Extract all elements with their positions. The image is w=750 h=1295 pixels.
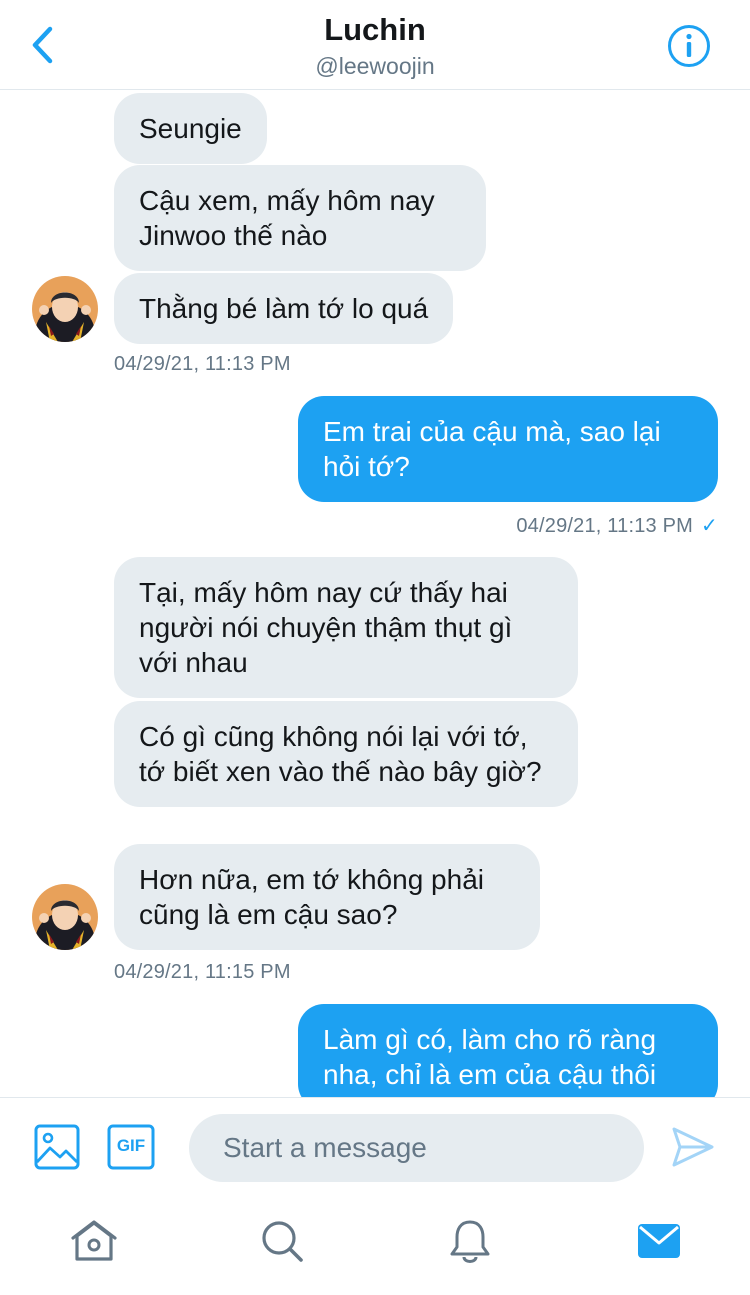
- message-bubble-outgoing[interactable]: Làm gì có, làm cho rõ ràng nha, chỉ là e…: [298, 1004, 718, 1097]
- home-icon: [71, 1220, 117, 1261]
- send-button[interactable]: [670, 1125, 716, 1174]
- image-icon: [34, 1124, 80, 1170]
- bottom-tab-bar: [0, 1197, 750, 1295]
- message-input[interactable]: [189, 1114, 644, 1182]
- search-icon: [262, 1221, 303, 1262]
- message-bubble-incoming[interactable]: Có gì cũng không nói lại với tớ, tớ biết…: [114, 701, 578, 807]
- conversation-header: Luchin @leewoojin: [0, 0, 750, 90]
- message-thread[interactable]: Seungie Cậu xem, mấy hôm nay Jinwoo thế …: [0, 91, 750, 1097]
- avatar[interactable]: [32, 276, 98, 342]
- conversation-title: Luchin: [324, 12, 426, 47]
- message-bubble-incoming[interactable]: Thằng bé làm tớ lo quá: [114, 273, 454, 344]
- message-bubble-incoming[interactable]: Hơn nữa, em tớ không phải cũng là em cậu…: [114, 844, 540, 950]
- message-timestamp: 04/29/21, 11:13 PM ✓: [516, 513, 718, 538]
- info-button[interactable]: [667, 24, 711, 68]
- tab-search[interactable]: [258, 1217, 306, 1265]
- message-bubble-incoming[interactable]: Seungie: [114, 93, 267, 164]
- gif-button[interactable]: GIF: [107, 1124, 155, 1175]
- avatar[interactable]: [32, 884, 98, 950]
- mail-icon: [638, 1224, 680, 1258]
- timestamp-text: 04/29/21, 11:13 PM: [516, 515, 694, 537]
- message-bubble-incoming[interactable]: Tại, mấy hôm nay cứ thấy hai người nói c…: [114, 557, 578, 698]
- message-bubble-outgoing[interactable]: Em trai của cậu mà, sao lại hỏi tớ?: [298, 396, 718, 502]
- bell-icon: [450, 1220, 490, 1263]
- send-icon: [672, 1127, 714, 1167]
- tab-notifications[interactable]: [446, 1217, 494, 1265]
- tab-home[interactable]: [70, 1217, 118, 1265]
- conversation-handle: @leewoojin: [315, 53, 435, 79]
- add-photo-button[interactable]: [34, 1124, 80, 1175]
- message-timestamp: 04/29/21, 11:13 PM: [114, 353, 291, 375]
- message-bubble-incoming[interactable]: Cậu xem, mấy hôm nay Jinwoo thế nào: [114, 165, 486, 271]
- compose-bar: GIF: [0, 1097, 750, 1197]
- message-timestamp: 04/29/21, 11:15 PM: [114, 961, 291, 983]
- info-circle-icon: [668, 25, 710, 67]
- gif-label: GIF: [116, 1136, 146, 1155]
- tab-messages[interactable]: [635, 1217, 683, 1265]
- read-check-icon: ✓: [701, 515, 718, 537]
